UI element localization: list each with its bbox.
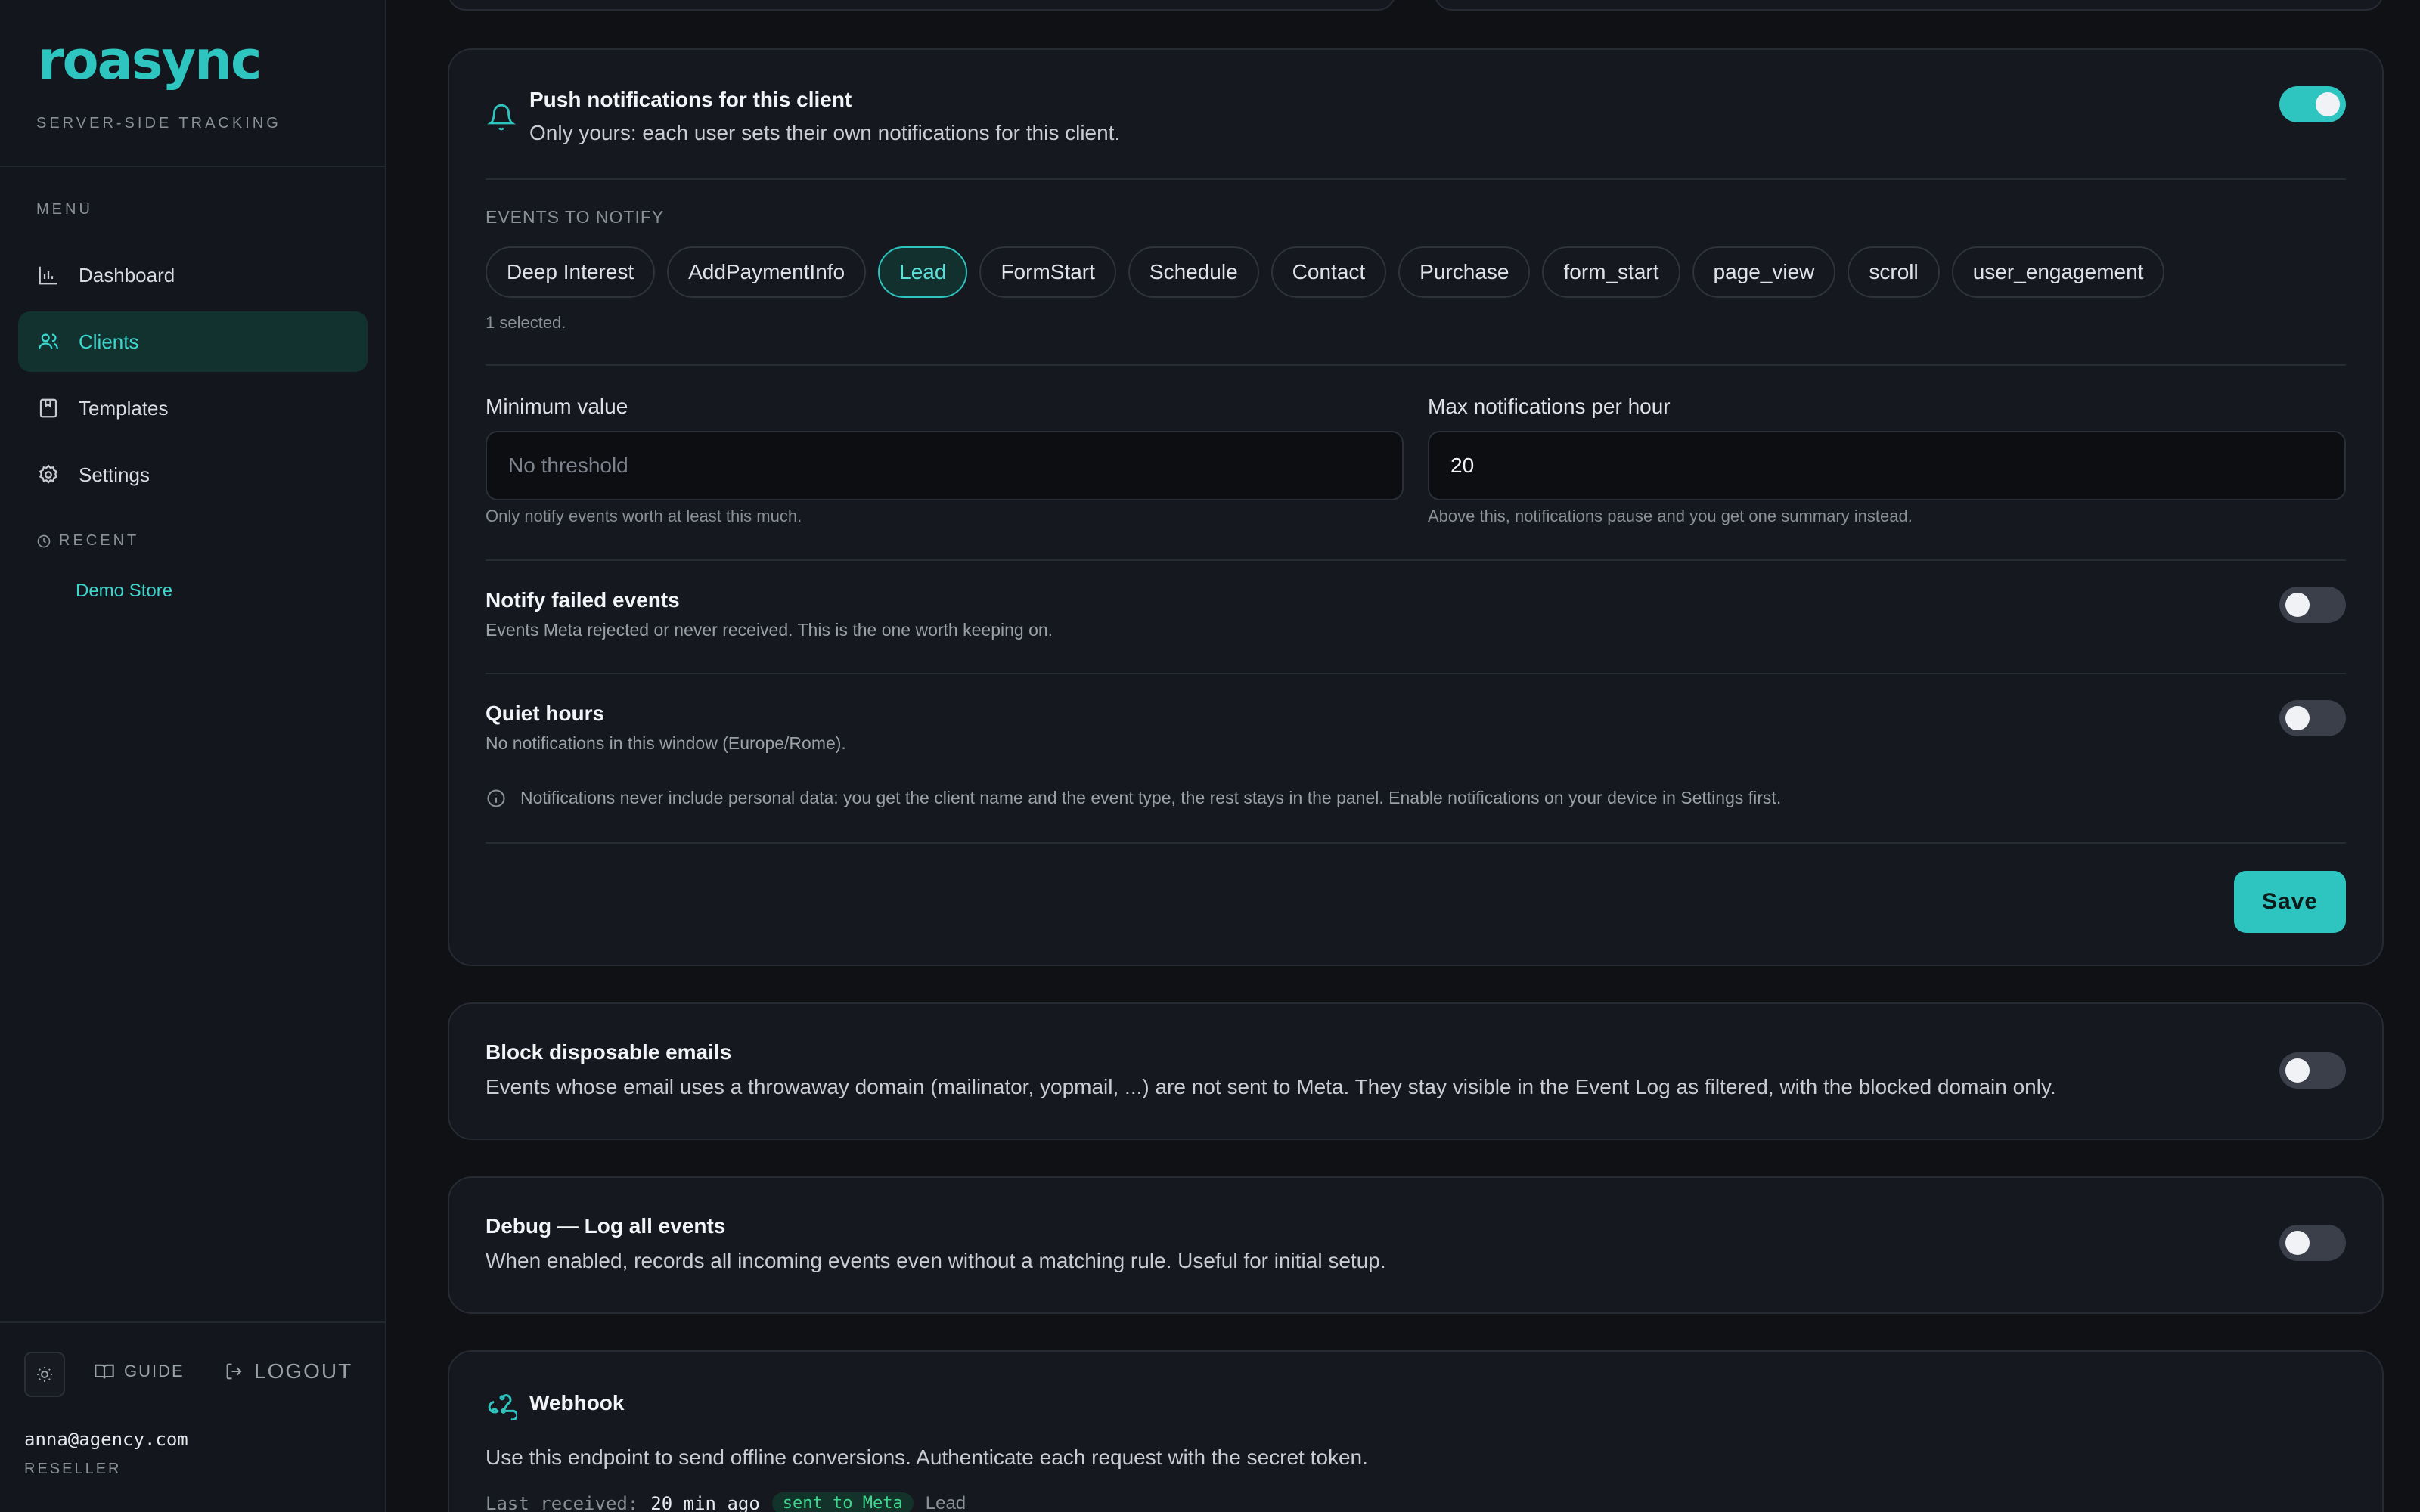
sun-icon [37,1367,52,1382]
toggle-knob [2316,92,2340,116]
event-chip-user-engagement[interactable]: user_engagement [1951,246,2165,298]
events-chip-list: Deep Interest AddPaymentInfo Lead FormSt… [486,246,2165,298]
logout-button[interactable]: LOGOUT [224,1359,352,1383]
info-icon [487,789,505,807]
divider [486,673,2346,674]
sidebar-item-label: Settings [79,463,150,486]
event-chip-formstart[interactable]: FormStart [979,246,1116,298]
sidebar-item-dashboard[interactable]: Dashboard [18,245,368,305]
divider [0,1321,386,1323]
block-disposable-title: Block disposable emails [486,1040,732,1064]
sidebar-item-templates[interactable]: Templates [18,378,368,438]
sidebar-item-label: Dashboard [79,263,175,287]
max-per-hour-input[interactable]: 20 [1428,431,2346,500]
events-section-label: EVENTS TO NOTIFY [486,207,665,227]
divider [486,842,2346,844]
quiet-hours-toggle[interactable] [2279,700,2346,736]
event-chip-form-start[interactable]: form_start [1542,246,1680,298]
user-role: RESELLER [24,1461,122,1477]
toggle-knob [2285,706,2310,730]
webhook-title: Webhook [529,1391,625,1414]
block-disposable-toggle[interactable] [2279,1052,2346,1089]
block-disposable-subtitle: Events whose email uses a throwaway doma… [486,1075,2056,1098]
status-badge: sent to Meta [771,1492,914,1512]
event-chip-page-view[interactable]: page_view [1692,246,1836,298]
last-received-label: Last received: [486,1492,639,1512]
debug-title: Debug — Log all events [486,1214,726,1238]
partial-card [448,0,1396,11]
divider [486,178,2346,180]
sidebar-item-label: Templates [79,396,169,420]
app-logo[interactable]: roasync [38,30,262,91]
event-chip-addpaymentinfo[interactable]: AddPaymentInfo [667,246,867,298]
book-icon [95,1364,114,1379]
divider [0,166,386,167]
sidebar-item-label: Clients [79,330,139,353]
event-chip-lead[interactable]: Lead [878,246,968,298]
users-icon [36,330,60,354]
event-chip-scroll[interactable]: scroll [1848,246,1940,298]
partial-card [1434,0,2384,11]
app-tagline: SERVER-SIDE TRACKING [36,115,281,132]
toggle-knob [2285,1231,2310,1255]
event-chip-schedule[interactable]: Schedule [1128,246,1259,298]
recent-section-label: RECENT [36,532,139,550]
debug-toggle[interactable] [2279,1225,2346,1261]
failed-events-title: Notify failed events [486,588,680,612]
debug-subtitle: When enabled, records all incoming event… [486,1249,1386,1272]
block-disposable-card: Block disposable emails Events whose ema… [448,1002,2384,1140]
privacy-note: Notifications never include personal dat… [520,788,1782,807]
bookmark-icon [36,396,60,420]
sidebar: roasync SERVER-SIDE TRACKING MENU Dashbo… [0,0,386,1512]
push-title: Push notifications for this client [529,88,852,111]
toggle-knob [2285,1058,2310,1083]
min-value-label: Minimum value [486,395,628,418]
max-per-hour-help: Above this, notifications pause and you … [1428,507,1913,525]
divider [486,559,2346,561]
failed-events-subtitle: Events Meta rejected or never received. … [486,620,1053,640]
push-subtitle: Only yours: each user sets their own not… [529,121,1121,144]
event-chip-deep-interest[interactable]: Deep Interest [486,246,656,298]
guide-link[interactable]: GUIDE [94,1361,185,1382]
last-received-event: Lead [925,1492,966,1512]
gear-icon [36,463,60,487]
sidebar-item-clients[interactable]: Clients [18,311,368,372]
toggle-knob [2285,593,2310,617]
menu-section-label: MENU [36,201,93,218]
divider [486,364,2346,366]
bar-chart-icon [36,263,60,287]
user-email: anna@agency.com [24,1429,188,1450]
event-chip-contact[interactable]: Contact [1270,246,1387,298]
quiet-hours-title: Quiet hours [486,702,605,725]
debug-card: Debug — Log all events When enabled, rec… [448,1176,2384,1314]
quiet-hours-subtitle: No notifications in this window (Europe/… [486,733,846,753]
clock-icon [37,534,51,547]
last-received-value: 20 min ago [650,1492,760,1512]
push-enabled-toggle[interactable] [2279,86,2346,122]
event-chip-purchase[interactable]: Purchase [1398,246,1531,298]
webhook-icon [488,1394,517,1420]
selected-count: 1 selected. [486,313,566,332]
failed-events-toggle[interactable] [2279,587,2346,623]
save-button[interactable]: Save [2234,871,2346,933]
webhook-last-received: Last received: 20 min ago sent to Meta L… [486,1492,966,1512]
webhook-card: Webhook Use this endpoint to send offlin… [448,1350,2384,1512]
sidebar-item-settings[interactable]: Settings [18,445,368,505]
push-notifications-card: Push notifications for this client Only … [448,48,2384,966]
bell-icon [487,104,516,131]
webhook-subtitle: Use this endpoint to send offline conver… [486,1445,1368,1469]
logout-icon [226,1363,242,1380]
min-value-input[interactable]: No threshold [486,431,1404,500]
min-value-help: Only notify events worth at least this m… [486,507,802,525]
recent-item-demo-store[interactable]: Demo Store [76,581,172,602]
max-per-hour-label: Max notifications per hour [1428,395,1671,418]
theme-toggle-button[interactable] [24,1352,65,1397]
